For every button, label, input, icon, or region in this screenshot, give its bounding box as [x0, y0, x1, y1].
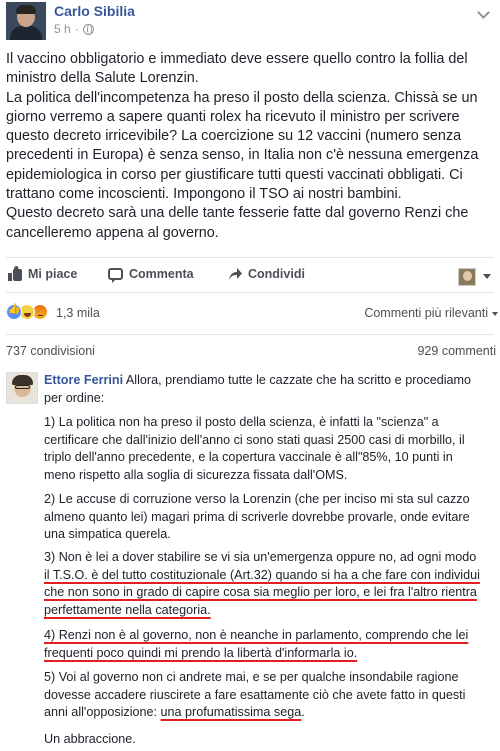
post-line: epidemiologica in corso per giustificare…	[6, 166, 463, 183]
comment-text: Un abbraccione.	[44, 732, 136, 746]
post-text: Il vaccino obbligatorio e immediato deve…	[6, 50, 496, 243]
counts-row: 737 condivisioni 929 commenti	[0, 344, 500, 362]
post-line: Questo decreto sarà una delle tante fess…	[6, 205, 469, 222]
post-line: La politica dell'incompetenza ha preso i…	[6, 89, 478, 106]
underlined-text: che non sono in grado di capire cosa sia…	[44, 585, 477, 600]
viewer-avatar[interactable]	[458, 268, 476, 286]
post-meta: 5 h ·	[54, 22, 94, 36]
like-reaction-icon[interactable]	[6, 304, 22, 320]
underlined-text: perfettamente nella categoria.	[44, 603, 211, 618]
comment-label: Commenta	[129, 267, 194, 281]
comment-point-2: 2) Le accuse di corruzione verso la Lore…	[44, 491, 498, 544]
post-line: Il vaccino obbligatorio e immediato deve…	[6, 51, 468, 67]
post-line: ministro della Salute Lorenzin.	[6, 70, 199, 87]
shares-count[interactable]: 737 condivisioni	[6, 344, 95, 358]
reactions-row: 1,3 mila Commenti più rilevanti	[0, 302, 500, 324]
comment-text: anni all'opposizione:	[44, 705, 161, 720]
comment-sort-dropdown[interactable]: Commenti più rilevanti	[364, 306, 488, 320]
underlined-text: una profumatissima sega	[160, 705, 302, 720]
underlined-text: frequenti poco quindi mi prendo la liber…	[44, 645, 358, 660]
chevron-down-icon[interactable]	[477, 6, 490, 19]
comment-icon	[108, 268, 123, 283]
like-label: Mi piace	[28, 267, 78, 281]
reactions-count[interactable]: 1,3 mila	[56, 306, 100, 320]
action-bar: Mi piace Commenta Condividi	[0, 262, 500, 288]
share-label: Condividi	[248, 267, 305, 281]
commenter-name[interactable]: Ettore Ferrini	[44, 373, 123, 387]
comment-point-1: 1) La politica non ha preso il posto del…	[44, 414, 498, 485]
comment-text: 2) Le accuse di corruzione verso la Lore…	[44, 492, 470, 506]
comment-intro: Ettore Ferrini Allora, prendiamo tutte l…	[44, 372, 498, 407]
comment-text: triplo dell'anno precedente, e la copert…	[44, 450, 453, 465]
underlined-text: il T.S.O. è del tutto costituzionale (Ar…	[44, 567, 480, 582]
comment-point-4: 4) Renzi non è al governo, non è neanche…	[44, 627, 498, 662]
post-line: cancelleremo appena al governo.	[6, 224, 219, 241]
comment-text: una simpatica querela.	[44, 527, 171, 542]
post-line: questo decreto irricevibile? La coercizi…	[6, 128, 462, 145]
comment-text: 1) La politica non ha preso il posto del…	[44, 415, 439, 429]
comment-text: dovesse accadere riuscirete a fare esatt…	[44, 687, 466, 702]
caret-down-icon[interactable]	[492, 312, 498, 316]
comment-text: .	[301, 705, 305, 720]
comment-point-3: 3) Non è lei a dover stabilire se vi sia…	[44, 549, 498, 620]
like-button[interactable]: Mi piace	[8, 265, 78, 281]
underlined-text: 4) Renzi non è al governo, non è neanche…	[44, 628, 469, 642]
thumbs-up-icon	[8, 265, 22, 281]
share-button[interactable]: Condividi	[228, 267, 305, 281]
author-name[interactable]: Carlo Sibilia	[54, 3, 135, 19]
divider	[6, 334, 494, 335]
comment-point-5: 5) Voi al governo non ci andrete mai, e …	[44, 669, 498, 722]
comments-count[interactable]: 929 commenti	[417, 344, 496, 358]
comment-text: per ordine:	[44, 390, 105, 405]
comment-text: almeno quanto lei) magari prima di scriv…	[44, 509, 470, 524]
post-time[interactable]: 5 h	[54, 22, 71, 36]
author-avatar[interactable]	[6, 2, 46, 40]
comment-button[interactable]: Commenta	[108, 267, 194, 283]
caret-down-icon[interactable]	[483, 274, 491, 279]
divider	[6, 257, 494, 258]
comment-text: 5) Voi al governo non ci andrete mai, e …	[44, 670, 459, 684]
post-line: precedenti in Europa) è senza senso, in …	[6, 147, 479, 164]
post-header: Carlo Sibilia 5 h ·	[0, 0, 500, 42]
commenter-avatar[interactable]	[6, 372, 38, 404]
post-line: trattano come incoscienti. Impongono il …	[6, 186, 402, 203]
comment-closing: Un abbraccione.	[44, 731, 498, 749]
share-icon	[228, 267, 242, 281]
comment-text: Allora, prendiamo tutte le cazzate che h…	[123, 373, 471, 387]
comment-text: 3) Non è lei a dover stabilire se vi sia…	[44, 550, 477, 564]
divider	[6, 292, 494, 293]
comment-text: certificare che dall'inizio dell'anno ci…	[44, 432, 465, 447]
comment-text: meno rispetto alla soglia di sicurezza f…	[44, 468, 348, 483]
globe-icon	[82, 23, 94, 35]
post-line: giorno verremo a sapere quanti rolex ha …	[6, 108, 460, 125]
